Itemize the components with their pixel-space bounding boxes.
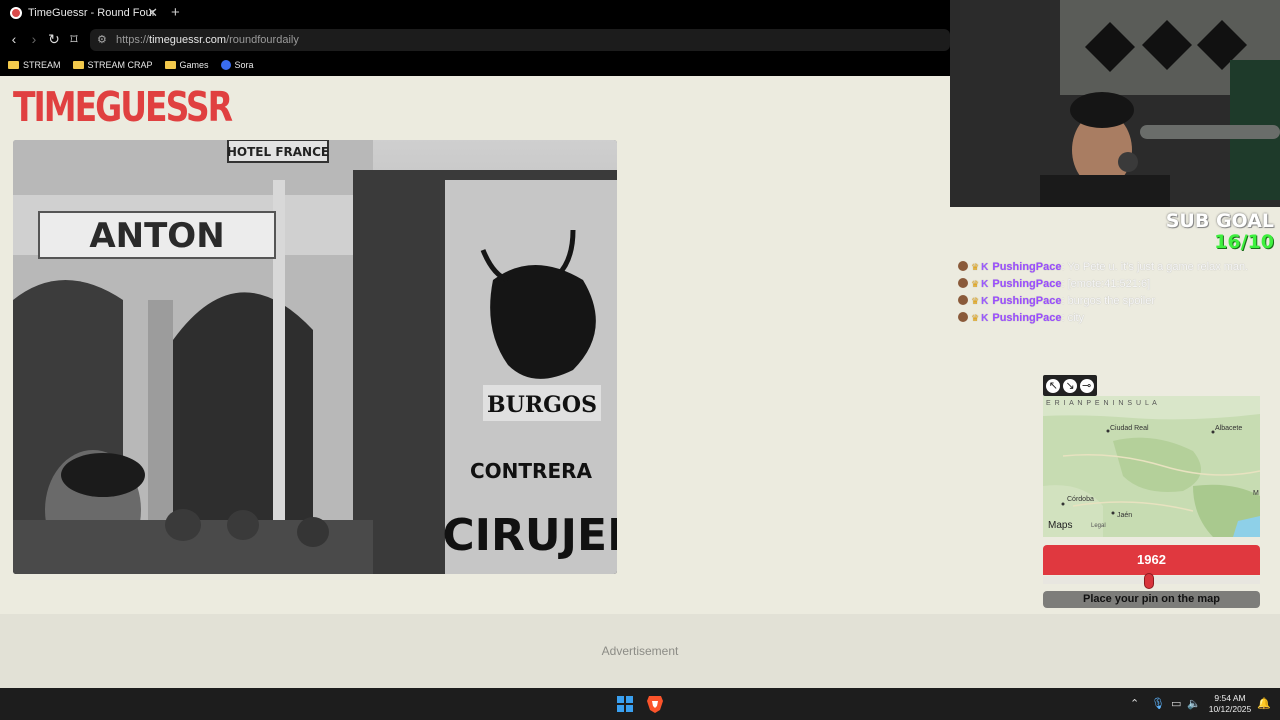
new-tab-button[interactable]: + bbox=[171, 4, 180, 21]
map-terrain bbox=[1043, 396, 1260, 537]
map-city-label: M bbox=[1253, 490, 1259, 497]
stream-chat: ♛ K PushingPace: Yo Pete u. it's just a ga… bbox=[958, 259, 1276, 327]
browser-tab[interactable]: TimeGuessr - Round Four ✕ bbox=[4, 2, 164, 24]
bookmark-games[interactable]: Games bbox=[164, 60, 209, 70]
back-arrow-icon[interactable]: ‹ bbox=[5, 30, 23, 48]
avatar-badge-icon bbox=[958, 295, 968, 305]
folder-icon bbox=[72, 61, 84, 69]
year-display: 1962 bbox=[1043, 545, 1260, 575]
photo-sign-burgos: BURGOS bbox=[487, 392, 597, 418]
timeguessr-logo[interactable]: TIMEGUESSR bbox=[13, 85, 233, 129]
url-host: timeguessr.com bbox=[149, 34, 227, 46]
map-city-label: Ciudad Real bbox=[1110, 425, 1149, 432]
chat-message: ♛ K PushingPace: [emote:41:521:6] bbox=[958, 276, 1276, 293]
kick-badge-icon: K bbox=[981, 262, 989, 273]
tab-title: TimeGuessr - Round Four bbox=[28, 7, 156, 19]
map-legal-link[interactable]: Legal bbox=[1091, 523, 1106, 529]
expand-map-icon[interactable]: ↖ bbox=[1046, 378, 1061, 393]
apple-maps-logo: Maps bbox=[1048, 520, 1073, 531]
round-photo: HOTEL FRANCE ANTON BURGOS CONTRERA CIRUJ… bbox=[13, 140, 617, 574]
bookmark-label: STREAM bbox=[23, 60, 61, 70]
chat-message: ♛ K PushingPace: burgos the spoiler bbox=[958, 293, 1276, 310]
webcam-feed bbox=[950, 0, 1280, 207]
shrink-map-icon[interactable]: ↘ bbox=[1062, 378, 1077, 393]
tab-close-icon[interactable]: ✕ bbox=[147, 5, 158, 21]
chat-username: PushingPace bbox=[992, 295, 1062, 307]
pin-map-icon[interactable]: ⊸ bbox=[1079, 378, 1094, 393]
clock-time: 9:54 AM bbox=[1214, 693, 1246, 703]
bookmarks-bar: STREAM STREAM CRAP Games Sora bbox=[0, 54, 950, 76]
chat-text: : Yo Pete u. it's just a game relax man. bbox=[1061, 261, 1249, 273]
bookmark-label: Sora bbox=[234, 60, 254, 70]
place-pin-button[interactable]: Place your pin on the map bbox=[1043, 591, 1260, 608]
chat-message: ♛ K PushingPace: Yo Pete u. it's just a ga… bbox=[958, 259, 1276, 276]
tray-chevron-icon[interactable]: ⌃ bbox=[1130, 697, 1139, 710]
kick-badge-icon: K bbox=[981, 279, 989, 290]
browser-nav-bar: ‹ › ↻ ⌑ ⚙ https://timeguessr.com/roundfo… bbox=[0, 26, 950, 54]
guess-map[interactable]: E R I A N P E N I N S U L A Ciudad Real … bbox=[1043, 396, 1260, 537]
bookmark-sora[interactable]: Sora bbox=[220, 60, 254, 70]
folder-icon bbox=[8, 61, 19, 69]
map-controls: ↖ ↘ ⊸ bbox=[1043, 375, 1097, 396]
taskbar: ⌃ 🎙 ▭ 🔈 9:54 AM 10/12/2025 🔔 bbox=[0, 688, 1280, 720]
crown-badge-icon: ♛ bbox=[971, 313, 980, 323]
crown-badge-icon: ♛ bbox=[971, 296, 980, 306]
browser-tab-bar: TimeGuessr - Round Four ✕ + bbox=[0, 0, 950, 26]
url-path: /roundfourdaily bbox=[226, 34, 299, 46]
bookmark-icon[interactable]: ⌑ bbox=[65, 30, 83, 48]
crown-badge-icon: ♛ bbox=[971, 279, 980, 289]
map-region-label: E R I A N P E N I N S U L A bbox=[1046, 400, 1158, 407]
chat-username: PushingPace bbox=[992, 261, 1062, 273]
sub-goal-label: SUB GOAL bbox=[1165, 210, 1274, 232]
clock-date: 10/12/2025 bbox=[1208, 704, 1252, 714]
avatar-badge-icon bbox=[958, 278, 968, 288]
chat-username: PushingPace bbox=[992, 312, 1062, 324]
notifications-icon[interactable]: 🔔 bbox=[1257, 697, 1271, 710]
avatar-badge-icon bbox=[958, 312, 968, 322]
windows-start-icon[interactable] bbox=[617, 696, 633, 712]
kick-badge-icon: K bbox=[981, 296, 989, 307]
bookmark-stream[interactable]: STREAM bbox=[8, 60, 61, 70]
advertisement-band: Advertisement bbox=[0, 614, 1280, 688]
sub-goal-widget: SUB GOAL 16/10 bbox=[1166, 211, 1274, 253]
photo-sign-hotel: HOTEL FRANCE bbox=[227, 145, 329, 159]
network-icon[interactable]: ▭ bbox=[1171, 697, 1181, 710]
crown-badge-icon: ♛ bbox=[971, 262, 980, 272]
timeguessr-favicon-icon bbox=[10, 7, 22, 19]
address-bar[interactable]: ⚙ https://timeguessr.com/roundfourdaily bbox=[90, 29, 950, 51]
sora-icon bbox=[220, 60, 231, 70]
chat-text: : city bbox=[1061, 312, 1085, 324]
chat-text: : burgos the spoiler bbox=[1061, 295, 1156, 307]
historic-street-photo: HOTEL FRANCE ANTON BURGOS CONTRERA CIRUJ… bbox=[13, 140, 617, 574]
map-city-label: Jaén bbox=[1117, 512, 1133, 519]
advertisement-label: Advertisement bbox=[601, 644, 679, 658]
year-slider-thumb[interactable] bbox=[1144, 573, 1155, 589]
bookmark-label: STREAM CRAP bbox=[87, 60, 153, 70]
kick-badge-icon: K bbox=[981, 313, 989, 324]
forward-arrow-icon[interactable]: › bbox=[25, 30, 43, 48]
avatar-badge-icon bbox=[958, 261, 968, 271]
bookmark-stream-crap[interactable]: STREAM CRAP bbox=[72, 60, 153, 70]
photo-sign-cirujed: CIRUJED bbox=[442, 510, 617, 561]
site-settings-icon[interactable]: ⚙ bbox=[97, 29, 107, 51]
photo-sign-anton: ANTON bbox=[89, 216, 224, 256]
folder-icon bbox=[164, 61, 176, 69]
photo-sign-contrera: CONTRERA bbox=[470, 459, 593, 483]
volume-icon[interactable]: 🔈 bbox=[1187, 697, 1201, 710]
map-city-label: Albacete bbox=[1215, 425, 1243, 432]
system-clock[interactable]: 9:54 AM 10/12/2025 bbox=[1206, 693, 1254, 715]
chat-text: : [emote:41:521:6] bbox=[1061, 278, 1151, 290]
url-prefix: https:// bbox=[116, 34, 150, 46]
webcam-image bbox=[950, 0, 1280, 207]
chat-message: ♛ K PushingPace: city bbox=[958, 310, 1276, 327]
bookmark-label: Games bbox=[179, 60, 209, 70]
reload-icon[interactable]: ↻ bbox=[45, 30, 63, 48]
map-city-label: Córdoba bbox=[1067, 496, 1094, 503]
sub-goal-value: 16/10 bbox=[1214, 231, 1274, 253]
microphone-icon[interactable]: 🎙 bbox=[1151, 697, 1165, 710]
brave-browser-icon[interactable] bbox=[646, 694, 664, 714]
chat-username: PushingPace bbox=[992, 278, 1062, 290]
page-content: TIMEGUESSR HOTEL FRANCE ANTON BURGOS CON… bbox=[0, 76, 950, 614]
